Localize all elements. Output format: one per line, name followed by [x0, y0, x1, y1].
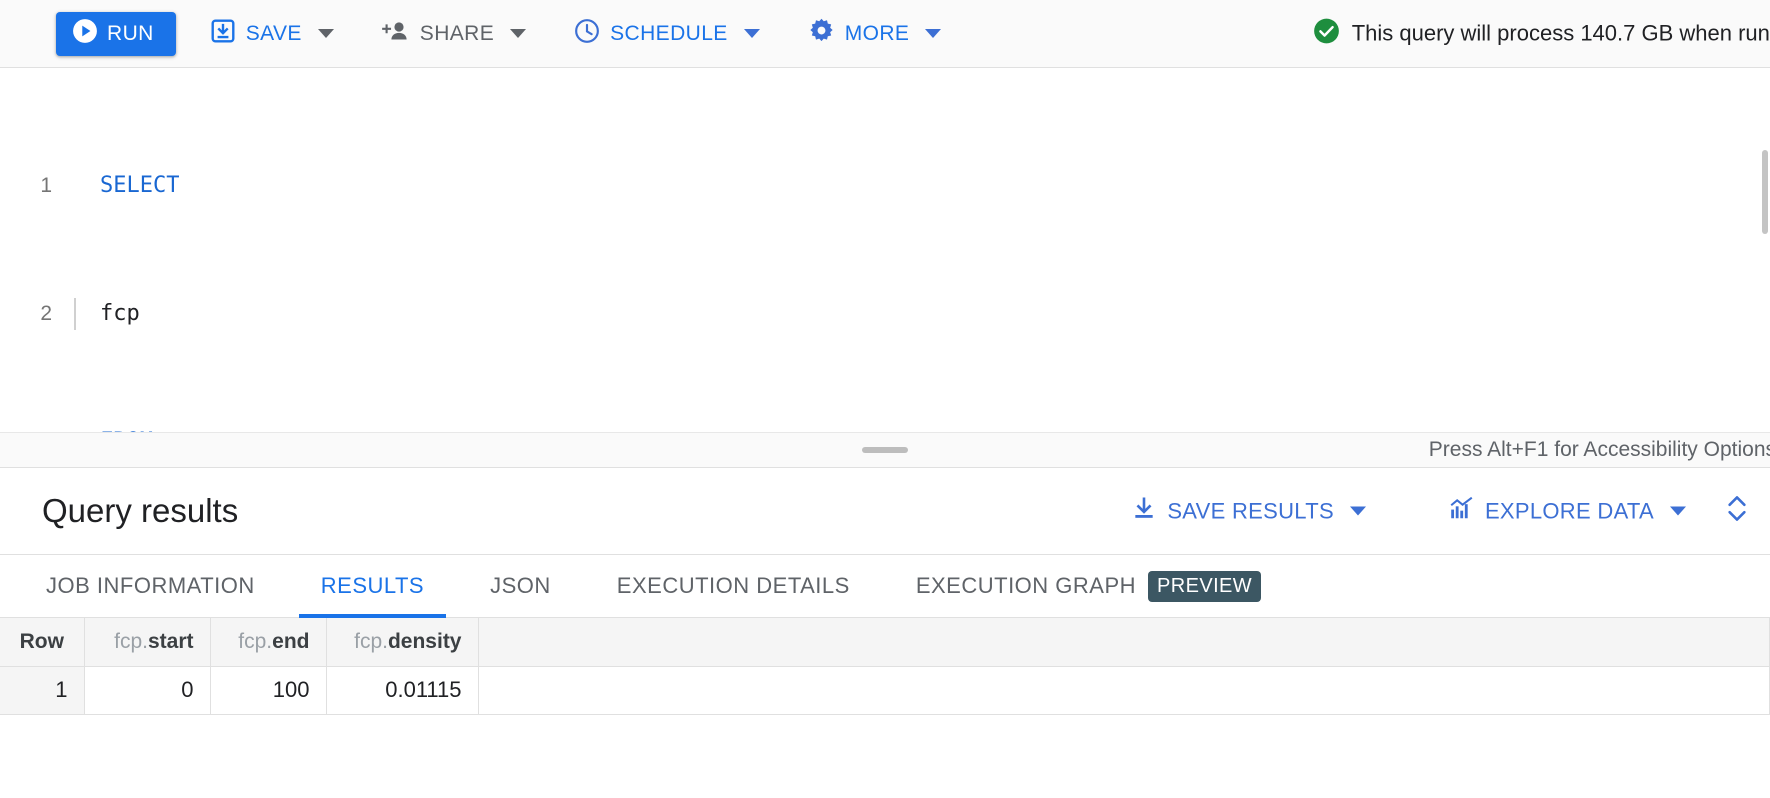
tab-label: EXECUTION GRAPH	[916, 573, 1136, 599]
explore-data-label: EXPLORE DATA	[1485, 498, 1654, 524]
save-button[interactable]: SAVE	[196, 12, 348, 56]
column-header-fcp-start[interactable]: fcp.start	[84, 618, 210, 666]
column-header-fcp-end[interactable]: fcp.end	[210, 618, 326, 666]
column-header-row[interactable]: Row	[0, 618, 84, 666]
explore-data-button[interactable]: EXPLORE DATA	[1436, 495, 1698, 527]
tab-label: EXECUTION DETAILS	[617, 573, 850, 599]
share-button-label: SHARE	[420, 22, 494, 46]
tab-results[interactable]: RESULTS	[299, 555, 446, 617]
line-number: 1	[0, 170, 74, 202]
more-button-label: MORE	[845, 22, 910, 46]
expand-collapse-button[interactable]	[1698, 493, 1770, 530]
code-line: 1 SELECT	[0, 170, 1770, 202]
chart-icon	[1448, 495, 1475, 527]
table-row[interactable]: 1 0 100 0.01115	[0, 666, 1770, 714]
query-cost-text: This query will process 140.7 GB when ru…	[1352, 21, 1770, 47]
panel-splitter[interactable]: Press Alt+F1 for Accessibility Options	[0, 432, 1770, 468]
column-header-fcp-density[interactable]: fcp.density	[326, 618, 478, 666]
preview-badge: PREVIEW	[1148, 571, 1261, 602]
cell-fcp-end: 100	[210, 666, 326, 714]
tab-json[interactable]: JSON	[468, 555, 573, 617]
save-button-label: SAVE	[246, 22, 302, 46]
chevron-down-icon[interactable]	[744, 29, 760, 38]
save-results-label: SAVE RESULTS	[1167, 498, 1334, 524]
clock-icon	[574, 18, 600, 50]
sql-keyword: SELECT	[100, 173, 179, 198]
play-circle-icon	[72, 18, 98, 50]
schedule-button[interactable]: SCHEDULE	[560, 12, 774, 56]
splitter-grip[interactable]	[862, 447, 908, 453]
run-button-label: RUN	[107, 22, 154, 46]
download-icon	[1131, 495, 1157, 527]
line-number: 2	[0, 298, 74, 330]
save-results-button[interactable]: SAVE RESULTS	[1119, 495, 1378, 527]
chevron-down-icon[interactable]	[318, 29, 334, 38]
tab-label: RESULTS	[321, 573, 424, 599]
cell-fcp-density: 0.01115	[326, 666, 478, 714]
column-header-filler	[478, 618, 1770, 666]
tab-job-information[interactable]: JOB INFORMATION	[24, 555, 277, 617]
schedule-button-label: SCHEDULE	[610, 22, 728, 46]
tab-label: JSON	[490, 573, 551, 599]
tab-execution-details[interactable]: EXECUTION DETAILS	[595, 555, 872, 617]
results-actions: SAVE RESULTS EXPLORE DATA	[1119, 493, 1770, 530]
code-line: 2 fcp	[0, 298, 1770, 330]
cell-row-number: 1	[0, 666, 84, 714]
results-title: Query results	[42, 492, 238, 530]
main-toolbar: RUN SAVE SHARE	[0, 0, 1770, 68]
results-table: Row fcp.start fcp.end fcp.density 1 0 10…	[0, 618, 1770, 715]
tab-label: JOB INFORMATION	[46, 573, 255, 599]
unfold-more-icon	[1722, 493, 1752, 530]
chevron-down-icon[interactable]	[510, 29, 526, 38]
accessibility-hint: Press Alt+F1 for Accessibility Options	[1429, 438, 1770, 462]
share-button[interactable]: SHARE	[368, 12, 540, 56]
results-tabs: JOB INFORMATION RESULTS JSON EXECUTION D…	[0, 554, 1770, 618]
editor-vertical-scrollbar[interactable]	[1762, 150, 1768, 234]
cell-filler	[478, 666, 1770, 714]
run-button[interactable]: RUN	[56, 12, 176, 56]
chevron-down-icon[interactable]	[1350, 507, 1366, 516]
sql-editor[interactable]: 1SELECT 2fcp 3FROM 4`chrome-ux-report.al…	[0, 68, 1770, 432]
chevron-down-icon[interactable]	[1670, 507, 1686, 516]
sql-identifier: fcp	[100, 298, 140, 330]
query-cost-status: This query will process 140.7 GB when ru…	[1313, 17, 1770, 50]
results-header: Query results SAVE RESULTS	[0, 468, 1770, 554]
cell-fcp-start: 0	[84, 666, 210, 714]
table-header-row: Row fcp.start fcp.end fcp.density	[0, 618, 1770, 666]
sql-code[interactable]: 1SELECT 2fcp 3FROM 4`chrome-ux-report.al…	[0, 68, 1770, 432]
save-icon	[210, 18, 236, 50]
check-circle-icon	[1313, 17, 1340, 50]
person-add-icon	[382, 18, 410, 50]
chevron-down-icon[interactable]	[925, 29, 941, 38]
tab-execution-graph[interactable]: EXECUTION GRAPH PREVIEW	[894, 555, 1283, 617]
gear-icon	[808, 17, 835, 50]
more-button[interactable]: MORE	[794, 12, 956, 56]
